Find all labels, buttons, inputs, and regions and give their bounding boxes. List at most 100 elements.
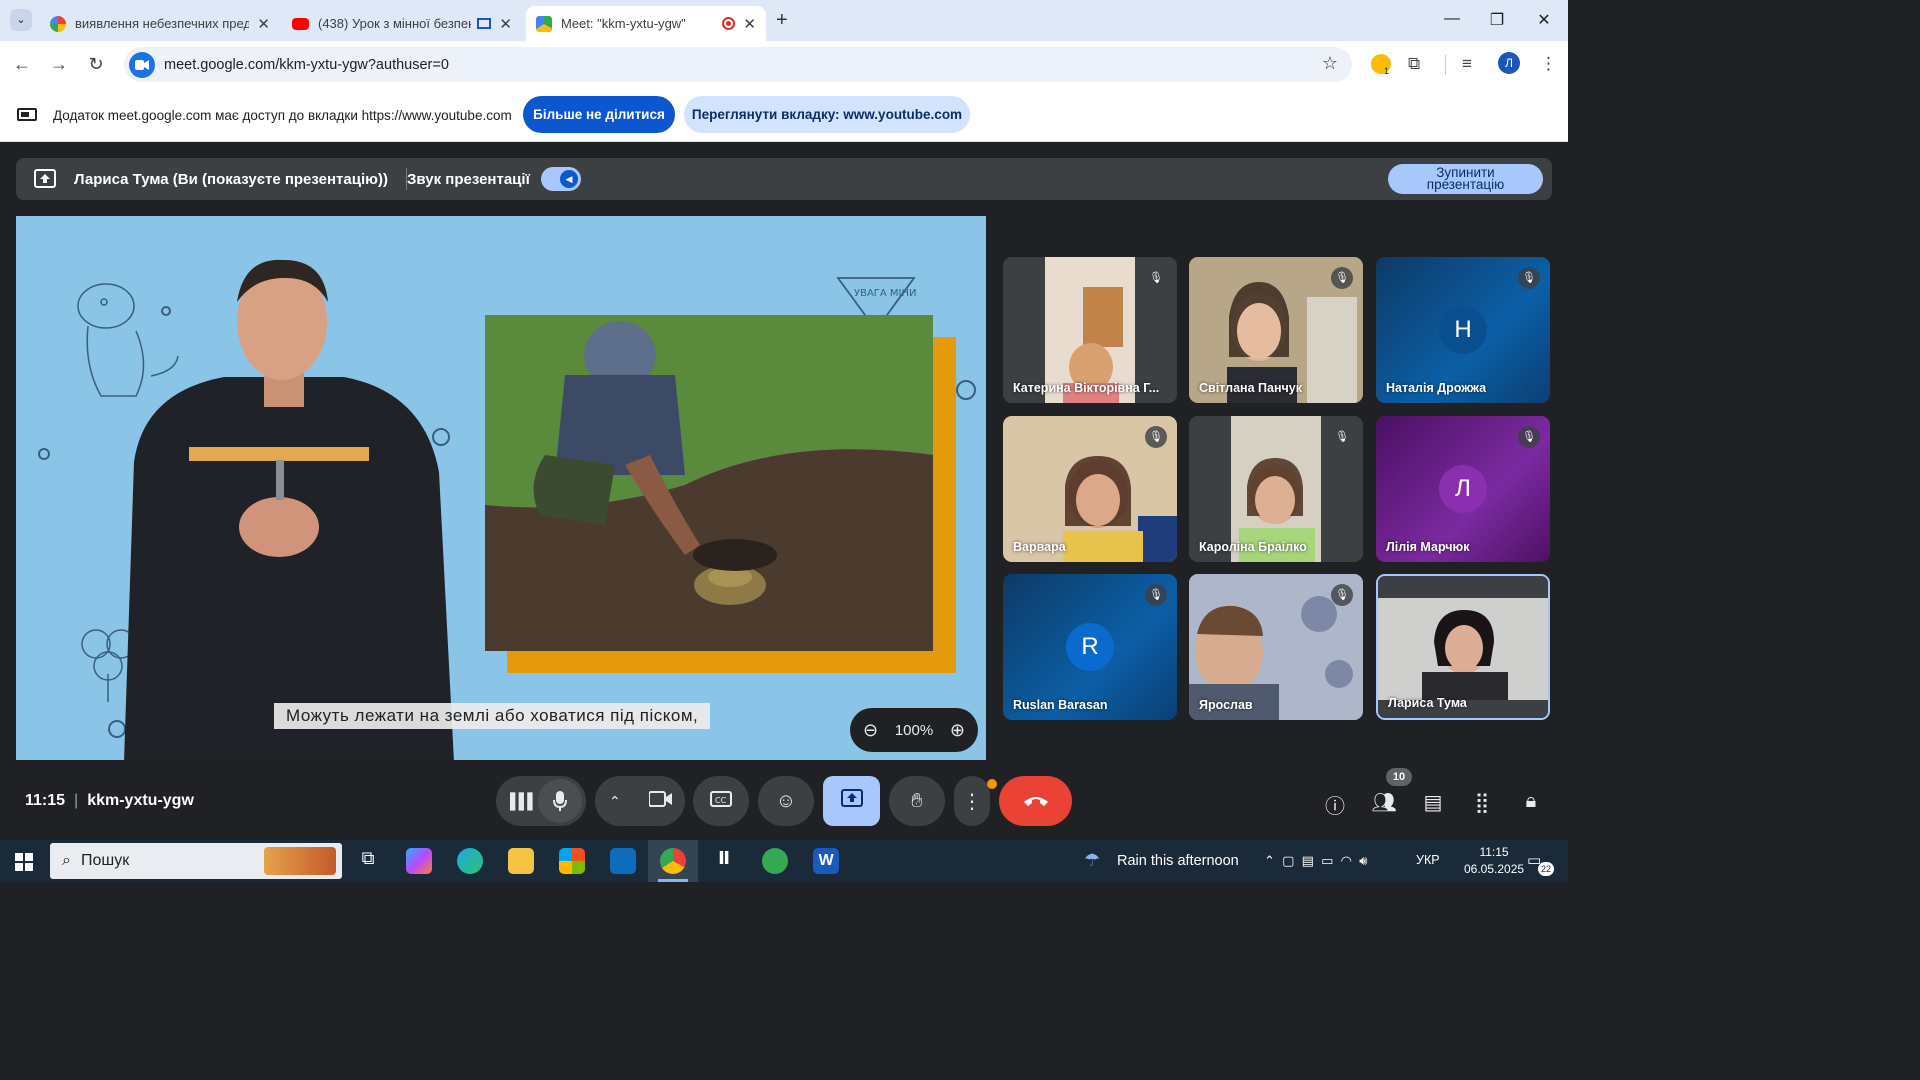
search-icon: ⌕ <box>62 852 71 869</box>
raise-hand-button[interactable]: ✋︎ <box>889 776 945 826</box>
reactions-button[interactable]: ☺ <box>758 776 814 826</box>
participant-avatar: Л <box>1439 465 1487 513</box>
participant-tile[interactable]: 🎙︎ Кароліна Браілко <box>1189 416 1363 562</box>
url-text: meet.google.com/kkm-yxtu-ygw?authuser=0 <box>164 56 449 73</box>
tab-sharing-infobar: Додаток meet.google.com має доступ до вк… <box>0 88 1568 142</box>
word-icon[interactable]: W <box>813 848 839 874</box>
close-tab-icon[interactable]: ✕ <box>257 15 270 33</box>
microphone-icon[interactable] <box>538 779 582 823</box>
meet-icon <box>536 15 552 32</box>
forward-icon[interactable]: → <box>47 54 71 75</box>
meeting-controls-bar: 11:15 | kkm-yxtu-ygw ▌▌▌ ⌃ CC ☺ ✋︎ ⋮ ⓘ 👥… <box>0 760 1568 840</box>
audio-level-icon[interactable]: ▌▌▌ <box>510 793 538 810</box>
video-caption: Можуть лежати на землі або ховатися під … <box>274 703 711 729</box>
google-icon <box>50 15 66 32</box>
youtube-icon <box>292 17 309 30</box>
back-icon[interactable]: ← <box>10 54 34 75</box>
menu-kebab-icon[interactable]: ⋮ <box>1540 54 1557 74</box>
participant-count-badge: 10 <box>1386 768 1412 786</box>
participant-tile[interactable]: 🎙︎ Катерина Вікторівна Г... <box>1003 257 1177 403</box>
more-options-button[interactable]: ⋮ <box>954 776 990 826</box>
hand-icon: ✋︎ <box>911 789 923 812</box>
leave-call-button[interactable] <box>999 776 1072 826</box>
present-screen-icon <box>34 169 56 188</box>
participant-name: Наталія Дрожжа <box>1386 381 1487 395</box>
notification-count-badge: 22 <box>1538 862 1554 876</box>
bookmark-star-icon[interactable]: ☆ <box>1322 53 1338 74</box>
zoom-out-icon[interactable]: ⊖ <box>863 720 878 741</box>
profile-avatar[interactable]: Л <box>1498 52 1520 74</box>
close-tab-icon[interactable]: ✕ <box>743 15 756 33</box>
host-controls-icon[interactable]: 🔒︎ <box>1518 790 1544 813</box>
captions-button[interactable]: CC <box>693 776 749 826</box>
screen-share-icon <box>17 108 37 121</box>
extensions-puzzle-icon[interactable]: ⧉ <box>1408 54 1420 74</box>
meeting-time: 11:15 <box>25 792 66 809</box>
tab-google-search[interactable]: виявлення небезпечних пред… ✕ <box>40 6 280 41</box>
participant-name: Ярослав <box>1199 698 1253 712</box>
restore-icon[interactable]: ❐ <box>1482 10 1512 30</box>
stop-sharing-button[interactable]: Більше не ділитися <box>523 96 675 133</box>
sign-text: УВАГА МІНИ <box>854 288 916 299</box>
chat-icon[interactable]: ▤ <box>1420 790 1446 815</box>
presentation-audio-toggle[interactable]: ◀ <box>541 167 581 191</box>
close-tab-icon[interactable]: ✕ <box>499 15 512 33</box>
end-call-icon <box>1023 790 1049 813</box>
view-tab-button[interactable]: Переглянути вкладку: www.youtube.com <box>684 96 970 133</box>
outlook-icon[interactable] <box>610 848 636 874</box>
participant-name: Лілія Марчюк <box>1386 540 1470 554</box>
participant-tile[interactable]: R 🎙︎ Ruslan Barasan <box>1003 574 1177 720</box>
mic-off-icon: 🎙︎ <box>1331 584 1353 606</box>
stop-presenting-button[interactable]: Зупинити презентацію <box>1388 164 1543 194</box>
instructor-video <box>124 259 454 760</box>
people-icon[interactable]: 👥︎ <box>1371 790 1397 815</box>
close-window-icon[interactable]: ✕ <box>1529 10 1559 30</box>
participant-tile[interactable]: 🎙︎ Варвара <box>1003 416 1177 562</box>
participant-tile-self[interactable]: Лариса Тума <box>1376 574 1550 720</box>
participant-avatar: R <box>1066 623 1114 671</box>
taskbar-clock[interactable]: 11:15 06.05.2025 <box>1464 844 1524 878</box>
chevron-up-icon[interactable]: ⌃ <box>609 793 621 810</box>
store-icon[interactable] <box>559 848 585 874</box>
activities-icon[interactable]: ⣿ <box>1469 790 1495 815</box>
tab-strip: ⌄ виявлення небезпечних пред… ✕ (438) Ур… <box>0 0 1568 41</box>
zoom-in-icon[interactable]: ⊕ <box>950 720 965 741</box>
new-tab-icon[interactable]: + <box>776 9 788 32</box>
app-icon[interactable]: Ⅱ <box>711 848 737 874</box>
presentation-stage: УВАГА МІНИ УВАГА МІНИ <box>16 216 986 760</box>
meeting-details-icon[interactable]: ⓘ <box>1322 790 1348 819</box>
windows-start-icon[interactable] <box>15 853 33 871</box>
tab-search-chevron-icon[interactable]: ⌄ <box>10 9 32 31</box>
minimize-icon[interactable]: — <box>1437 10 1467 28</box>
weather-text[interactable]: Rain this afternoon <box>1117 853 1239 869</box>
chrome-icon[interactable] <box>660 848 686 874</box>
participant-tile[interactable]: Л 🎙︎ Лілія Марчюк <box>1376 416 1550 562</box>
mic-control-group: ▌▌▌ <box>496 776 586 826</box>
mic-off-icon: 🎙︎ <box>1145 584 1167 606</box>
system-tray-icons[interactable]: ⌃ ▢ ▤ ▭ ◠ 🔊︎ <box>1264 853 1367 869</box>
taskbar-search-box[interactable]: ⌕ Пошук <box>50 843 342 879</box>
language-indicator[interactable]: УКР <box>1416 853 1440 867</box>
edge-icon[interactable] <box>457 848 483 874</box>
captions-icon: CC <box>710 790 732 813</box>
present-now-button[interactable] <box>823 776 880 826</box>
tab-youtube[interactable]: (438) Урок з мінної безпек… ✕ <box>282 6 522 41</box>
participant-tile[interactable]: 🎙︎ Світлана Панчук <box>1189 257 1363 403</box>
participant-tile[interactable]: Н 🎙︎ Наталія Дрожжа <box>1376 257 1550 403</box>
task-view-icon[interactable]: ⧉ <box>355 848 381 874</box>
site-info-icon[interactable] <box>129 51 155 78</box>
reload-icon[interactable]: ↻ <box>84 54 108 75</box>
sharing-tab-icon <box>477 18 492 29</box>
file-explorer-icon[interactable] <box>508 848 534 874</box>
camera-control-group: ⌃ <box>595 776 685 826</box>
utorrent-icon[interactable] <box>762 848 788 874</box>
address-bar[interactable]: meet.google.com/kkm-yxtu-ygw?authuser=0 … <box>124 47 1352 82</box>
copilot-icon[interactable] <box>406 848 432 874</box>
tab-meet[interactable]: Meet: "kkm-yxtu-ygw" ✕ <box>526 6 766 41</box>
presenting-bar: Лариса Тума (Ви (показуєте презентацію))… <box>16 158 1552 200</box>
circle-doodle <box>38 448 50 460</box>
participant-tile[interactable]: 🎙︎ Ярослав <box>1189 574 1363 720</box>
camera-icon[interactable] <box>648 790 673 813</box>
media-control-icon[interactable]: ≡ <box>1462 54 1472 74</box>
sharing-message: Додаток meet.google.com має доступ до вк… <box>53 108 512 123</box>
